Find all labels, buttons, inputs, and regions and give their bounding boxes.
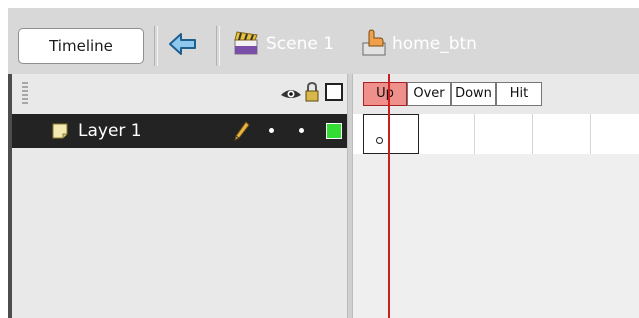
symbol-label[interactable]: home_btn [392,32,477,56]
frame-row [353,114,639,154]
frame-cell-up[interactable] [363,114,419,154]
layer-page-icon [52,123,68,139]
outline-square-icon[interactable] [325,83,343,101]
timeline-button[interactable]: Timeline [18,28,144,64]
frame-header: Up Over Down Hit [353,74,639,115]
frame-cell-over[interactable] [419,114,475,154]
layer-header [12,74,347,115]
playhead[interactable] [388,74,390,318]
outline-color-box[interactable] [326,123,342,139]
scene-label[interactable]: Scene 1 [266,32,334,56]
layer-panel: Layer 1 [8,74,347,318]
pencil-icon [234,121,250,141]
lock-dot[interactable] [299,128,304,133]
keyframe-icon [376,137,383,144]
back-arrow-icon[interactable] [168,32,198,56]
frames-panel: Up Over Down Hit [353,74,639,318]
frame-header-up[interactable]: Up [363,82,407,106]
lock-icon[interactable] [305,82,319,102]
clapperboard-icon[interactable] [232,29,260,57]
frame-cell-hit[interactable] [533,114,591,154]
layer-name[interactable]: Layer 1 [78,119,142,143]
panel-grip-icon[interactable] [22,82,28,104]
frame-header-hit[interactable]: Hit [496,82,542,106]
layer-row[interactable]: Layer 1 [12,114,347,148]
timeline-toolbar: Timeline Scene 1 home_btn [8,8,639,74]
toolbar-separator [216,26,220,66]
toolbar-separator [154,26,158,66]
frame-header-over[interactable]: Over [407,82,451,106]
visibility-dot[interactable] [269,128,274,133]
eye-icon[interactable] [280,86,302,102]
flash-timeline-window: Timeline Scene 1 home_btn Layer 1 Up Ove… [0,0,639,318]
button-symbol-icon[interactable] [360,27,388,57]
frame-header-down[interactable]: Down [451,82,496,106]
frame-cell-down[interactable] [475,114,533,154]
